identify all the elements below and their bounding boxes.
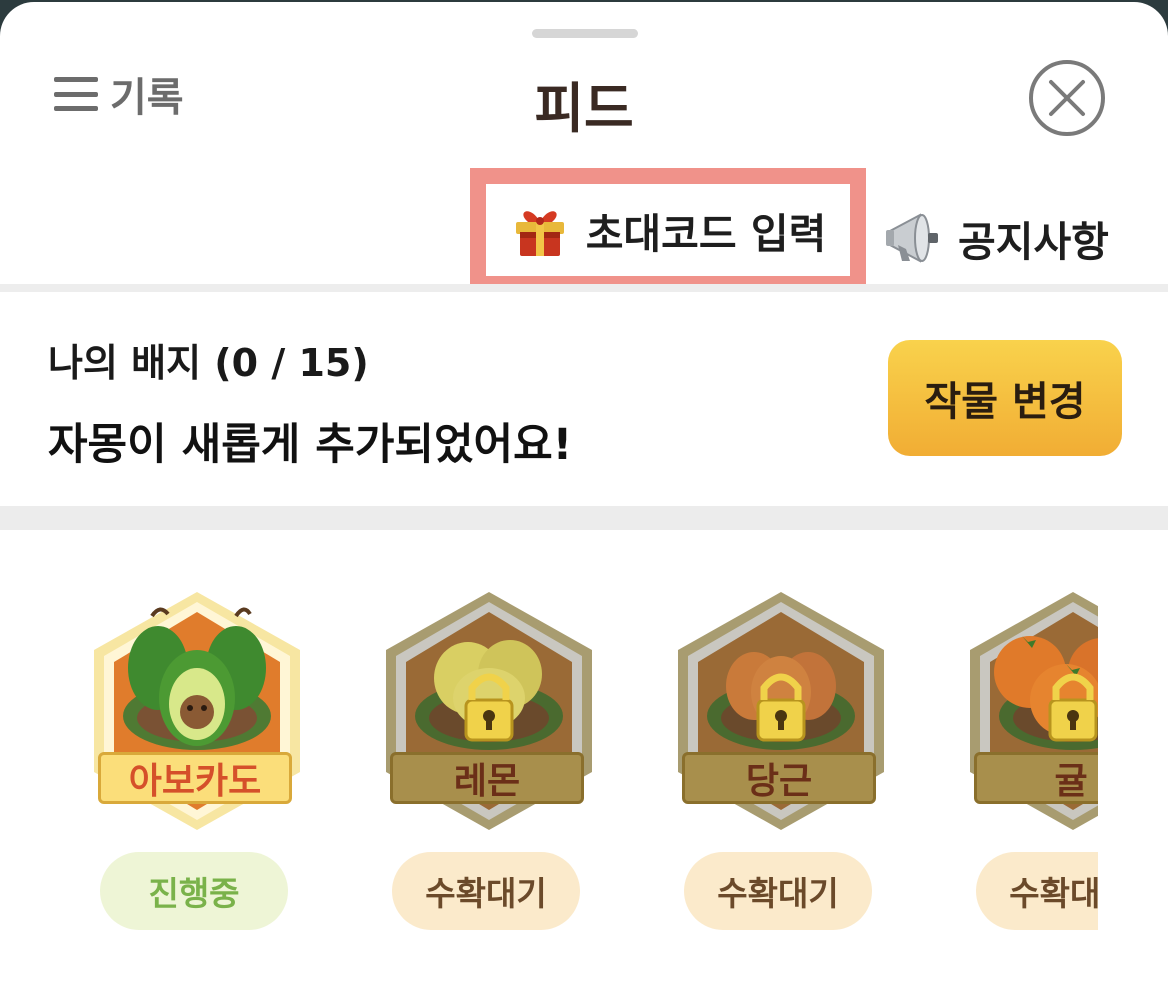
- feed-sheet: 기록 피드 초대코드 입력 공지사항 나의 배지 (0 / 15) 자몽이 새롭…: [0, 2, 1168, 989]
- crop-status-badge: 수확대기: [392, 852, 580, 930]
- history-menu-button[interactable]: 기록: [54, 68, 184, 121]
- close-icon: [1029, 60, 1105, 136]
- badge-panel: 나의 배지 (0 / 15) 자몽이 새롭게 추가되었어요! 작물 변경: [0, 292, 1168, 506]
- sheet-grabber[interactable]: [532, 29, 638, 38]
- change-crop-button[interactable]: 작물 변경: [888, 340, 1122, 456]
- crop-name: 귤: [974, 752, 1098, 804]
- gift-icon: [515, 211, 564, 256]
- megaphone-icon: [886, 213, 938, 263]
- crop-badge-lemon[interactable]: 레몬 수확대기: [378, 586, 600, 946]
- close-button[interactable]: [1027, 58, 1107, 138]
- history-label: 기록: [110, 75, 184, 121]
- crop-badge-carrot[interactable]: 당근 수확대기: [670, 586, 892, 946]
- crop-name: 레몬: [390, 752, 584, 804]
- divider: [0, 284, 1168, 292]
- badge-count: 나의 배지 (0 / 15): [48, 341, 369, 385]
- hamburger-icon: [54, 77, 98, 111]
- crop-badge-avocado[interactable]: 아보카도 진행중: [86, 586, 308, 946]
- crop-status-badge: 수확대기: [976, 852, 1098, 930]
- invite-code-label: 초대코드 입력: [585, 210, 827, 258]
- page-title: 피드: [534, 77, 634, 140]
- section-divider: [0, 506, 1168, 530]
- crop-status-badge: 진행중: [100, 852, 288, 930]
- crop-name: 당근: [682, 752, 876, 804]
- crop-status-badge: 수확대기: [684, 852, 872, 930]
- notice-label: 공지사항: [958, 218, 1109, 266]
- notice-button[interactable]: 공지사항: [884, 202, 1109, 274]
- top-links: 초대코드 입력 공지사항: [0, 168, 1168, 292]
- invite-code-button[interactable]: 초대코드 입력: [470, 168, 866, 292]
- badge-message: 자몽이 새롭게 추가되었어요!: [48, 420, 573, 470]
- crop-badge-tangerine[interactable]: 귤 수확대기: [962, 586, 1098, 946]
- crop-name: 아보카도: [98, 752, 292, 804]
- crop-badge-list: 아보카도 진행중 레몬 수확대기 당근 수확대기 귤 수확대: [0, 530, 1098, 989]
